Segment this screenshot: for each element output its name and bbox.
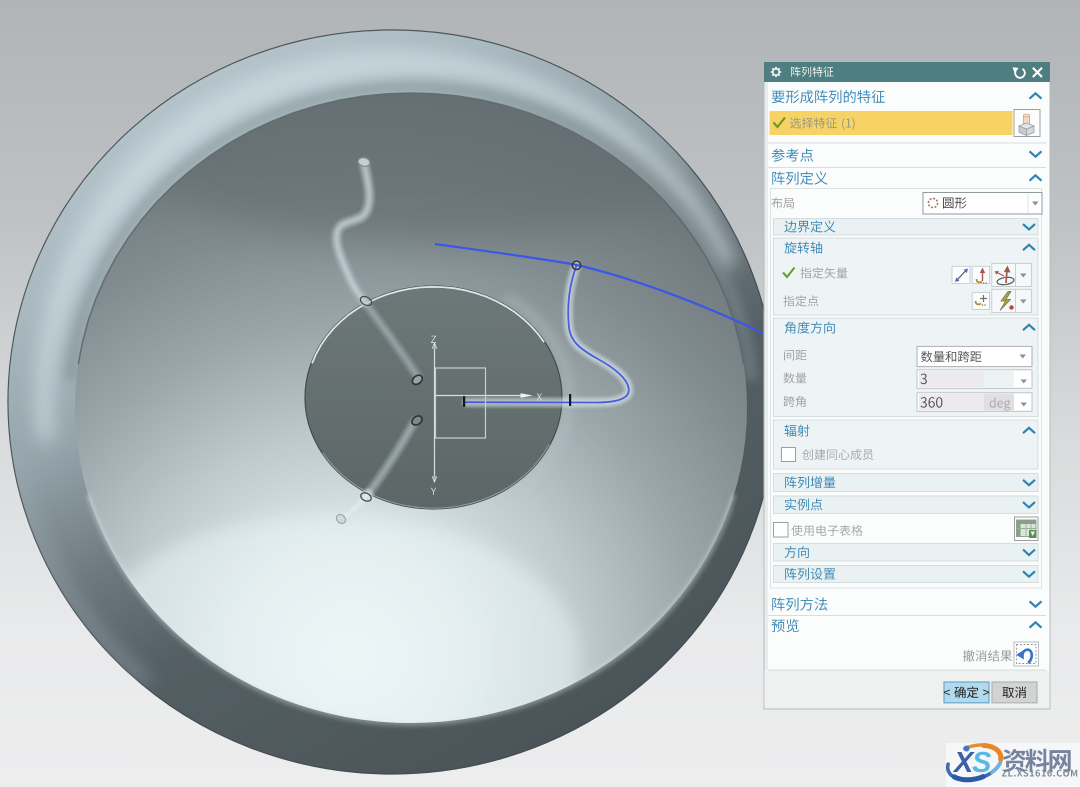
- svg-text:S: S: [972, 747, 992, 779]
